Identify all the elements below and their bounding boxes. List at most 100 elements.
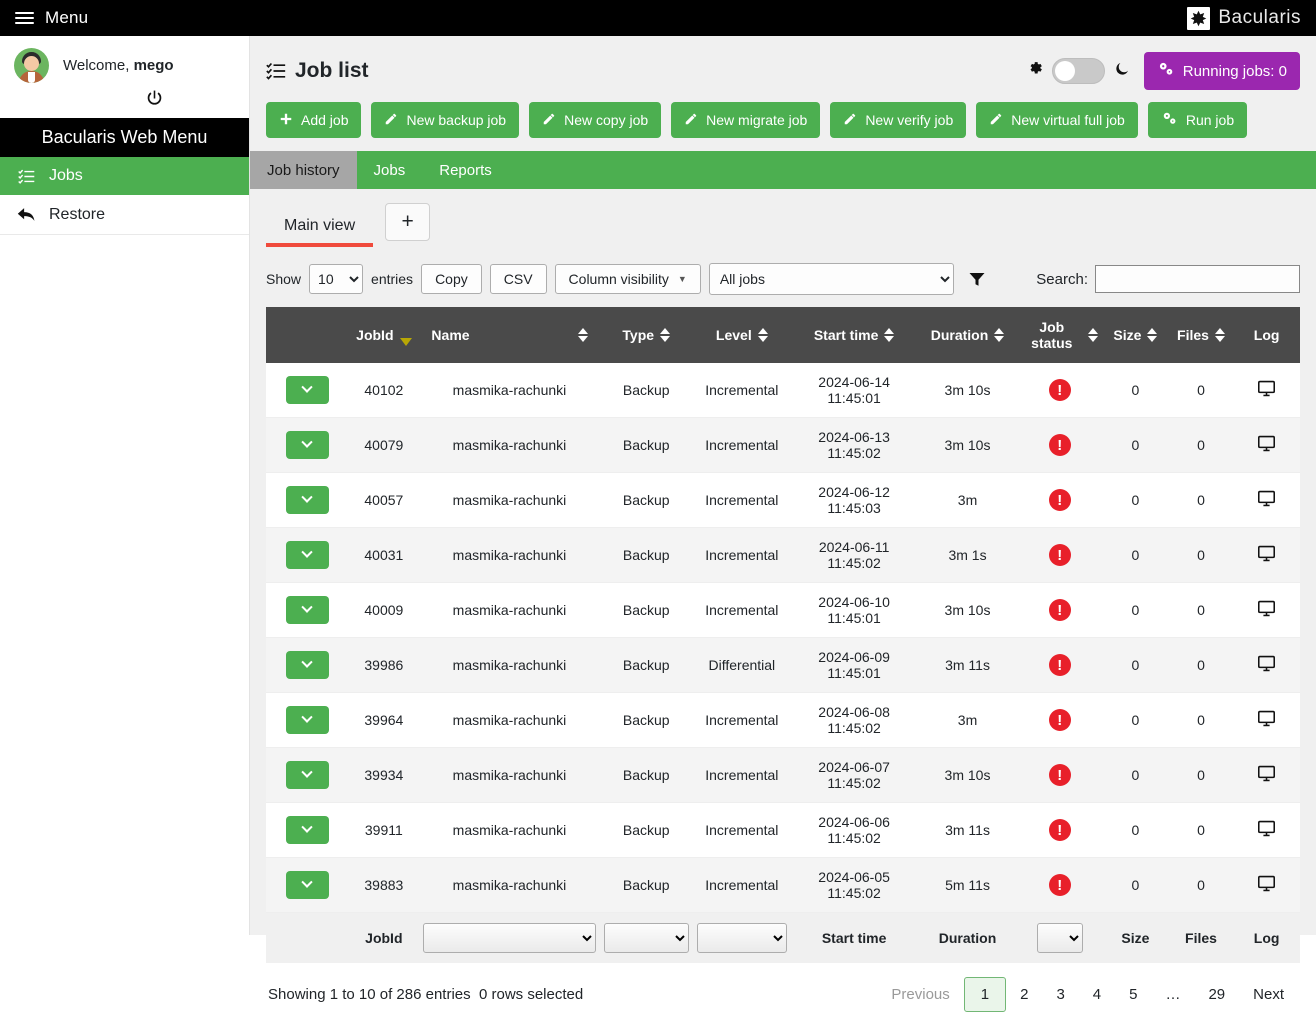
table-row[interactable]: 40079 masmika-rachunki Backup Incremental 20… [266, 417, 1300, 473]
pagination-page-2[interactable]: 2 [1006, 977, 1042, 1012]
action-bar: Add job New backup job New copy job New … [250, 90, 1316, 151]
row-expand-button[interactable] [285, 541, 329, 569]
name-filter-select[interactable] [423, 923, 596, 953]
jobs-filter-select[interactable]: All jobs [708, 263, 954, 295]
new-copy-job-button[interactable]: New copy job [529, 102, 662, 138]
col-jobid[interactable]: JobId [348, 307, 420, 363]
entries-length-select[interactable]: 10 25 50 100 [309, 264, 364, 294]
new-migrate-job-button[interactable]: New migrate job [671, 102, 821, 138]
start-date: 2024-06-09 [818, 649, 890, 665]
column-visibility-button[interactable]: Column visibility ▼ [554, 264, 701, 294]
col-type[interactable]: Type [599, 307, 693, 363]
new-verify-job-button[interactable]: New verify job [830, 102, 967, 138]
status-error-icon[interactable]: ! [1048, 544, 1071, 566]
table-row[interactable]: 40009 masmika-rachunki Backup Incremental 20… [266, 582, 1300, 638]
pagination-page-29[interactable]: 29 [1194, 977, 1239, 1012]
pagination-page-1[interactable]: 1 [963, 977, 1007, 1012]
monitor-icon[interactable] [1257, 380, 1276, 397]
status-error-icon[interactable]: ! [1048, 764, 1071, 786]
monitor-icon[interactable] [1257, 490, 1276, 507]
tab-job-history[interactable]: Job history [250, 151, 357, 189]
status-error-icon[interactable]: ! [1048, 874, 1071, 896]
power-off-icon[interactable] [145, 89, 164, 108]
tab-reports[interactable]: Reports [422, 151, 509, 189]
copy-button[interactable]: Copy [421, 264, 482, 294]
moon-icon[interactable] [1114, 61, 1130, 82]
table-row[interactable]: 39986 masmika-rachunki Backup Differential 2… [266, 637, 1300, 693]
col-job-status[interactable]: Job status [1017, 307, 1103, 363]
gear-icon[interactable] [1026, 60, 1043, 82]
sidebar-item-restore[interactable]: Restore [0, 195, 249, 235]
cell-name: masmika-rachunki [419, 363, 600, 418]
pagination-page-3[interactable]: 3 [1042, 977, 1078, 1012]
add-job-button[interactable]: Add job [266, 102, 362, 138]
tab-jobs[interactable]: Jobs [357, 151, 423, 189]
col-size[interactable]: Size [1102, 307, 1169, 363]
row-expand-button[interactable] [285, 486, 329, 514]
run-job-button[interactable]: Run job [1147, 102, 1248, 138]
monitor-icon[interactable] [1257, 710, 1276, 727]
col-name[interactable]: Name [419, 307, 600, 363]
monitor-icon[interactable] [1257, 820, 1276, 837]
status-error-icon[interactable]: ! [1048, 819, 1071, 841]
status-error-icon[interactable]: ! [1048, 434, 1071, 456]
add-view-button[interactable]: + [385, 203, 431, 241]
row-expand-button[interactable] [285, 761, 329, 789]
chevron-down-icon [301, 656, 313, 668]
col-start-time[interactable]: Start time [790, 307, 918, 363]
table-row[interactable]: 39934 masmika-rachunki Backup Incremental 20… [266, 747, 1300, 803]
level-filter-select[interactable] [696, 923, 787, 953]
row-expand-button[interactable] [285, 706, 329, 734]
pagination-next[interactable]: Next [1239, 977, 1298, 1012]
row-expand-button[interactable] [285, 376, 329, 404]
menu-label: Menu [45, 8, 89, 27]
brand-logo[interactable]: Bacularis [1187, 6, 1316, 30]
new-virtual-full-job-button[interactable]: New virtual full job [976, 102, 1138, 138]
pagination-page-4[interactable]: 4 [1079, 977, 1115, 1012]
cell-level: Incremental [692, 802, 791, 858]
theme-switcher [1026, 58, 1130, 84]
monitor-icon[interactable] [1257, 435, 1276, 452]
status-error-icon[interactable]: ! [1048, 654, 1071, 676]
col-level[interactable]: Level [692, 307, 791, 363]
col-duration[interactable]: Duration [917, 307, 1018, 363]
type-filter-select[interactable] [603, 923, 689, 953]
pagination-page-5[interactable]: 5 [1115, 977, 1151, 1012]
pagination-previous[interactable]: Previous [877, 977, 963, 1012]
table-row[interactable]: 39883 masmika-rachunki Backup Incremental 20… [266, 857, 1300, 913]
sidebar-item-jobs[interactable]: Jobs [0, 157, 249, 195]
brand-name: Bacularis [1218, 7, 1301, 28]
status-error-icon[interactable]: ! [1048, 379, 1071, 401]
monitor-icon[interactable] [1257, 655, 1276, 672]
col-files[interactable]: Files [1168, 307, 1234, 363]
row-expand-button[interactable] [285, 431, 329, 459]
monitor-icon[interactable] [1257, 875, 1276, 892]
status-error-icon[interactable]: ! [1048, 599, 1071, 621]
row-expand-button[interactable] [285, 596, 329, 624]
table-row[interactable]: 39964 masmika-rachunki Backup Incremental 20… [266, 692, 1300, 748]
row-expand-button[interactable] [285, 871, 329, 899]
row-expand-button[interactable] [285, 651, 329, 679]
running-jobs-badge[interactable]: Running jobs: 0 [1143, 52, 1300, 90]
csv-button[interactable]: CSV [489, 264, 547, 294]
search-input[interactable] [1095, 265, 1300, 293]
monitor-icon[interactable] [1257, 600, 1276, 617]
row-expand-button[interactable] [285, 816, 329, 844]
col-select[interactable] [266, 307, 349, 363]
menu-toggle-button[interactable]: Menu [0, 8, 88, 28]
status-filter-select[interactable] [1036, 923, 1083, 953]
dark-mode-toggle[interactable] [1051, 58, 1105, 84]
cell-size: 0 [1102, 363, 1169, 418]
monitor-icon[interactable] [1257, 765, 1276, 782]
status-error-icon[interactable]: ! [1048, 709, 1071, 731]
cell-name: masmika-rachunki [419, 802, 600, 858]
new-backup-job-button[interactable]: New backup job [371, 102, 520, 138]
filter-funnel-icon[interactable] [968, 270, 986, 288]
monitor-icon[interactable] [1257, 545, 1276, 562]
subtab-main-view[interactable]: Main view [266, 211, 374, 247]
table-row[interactable]: 40102 masmika-rachunki Backup Incremental 20… [266, 363, 1300, 418]
table-row[interactable]: 39911 masmika-rachunki Backup Incremental 20… [266, 802, 1300, 858]
table-row[interactable]: 40031 masmika-rachunki Backup Incremental 20… [266, 527, 1300, 583]
status-error-icon[interactable]: ! [1048, 489, 1071, 511]
table-row[interactable]: 40057 masmika-rachunki Backup Incremental 20… [266, 472, 1300, 528]
